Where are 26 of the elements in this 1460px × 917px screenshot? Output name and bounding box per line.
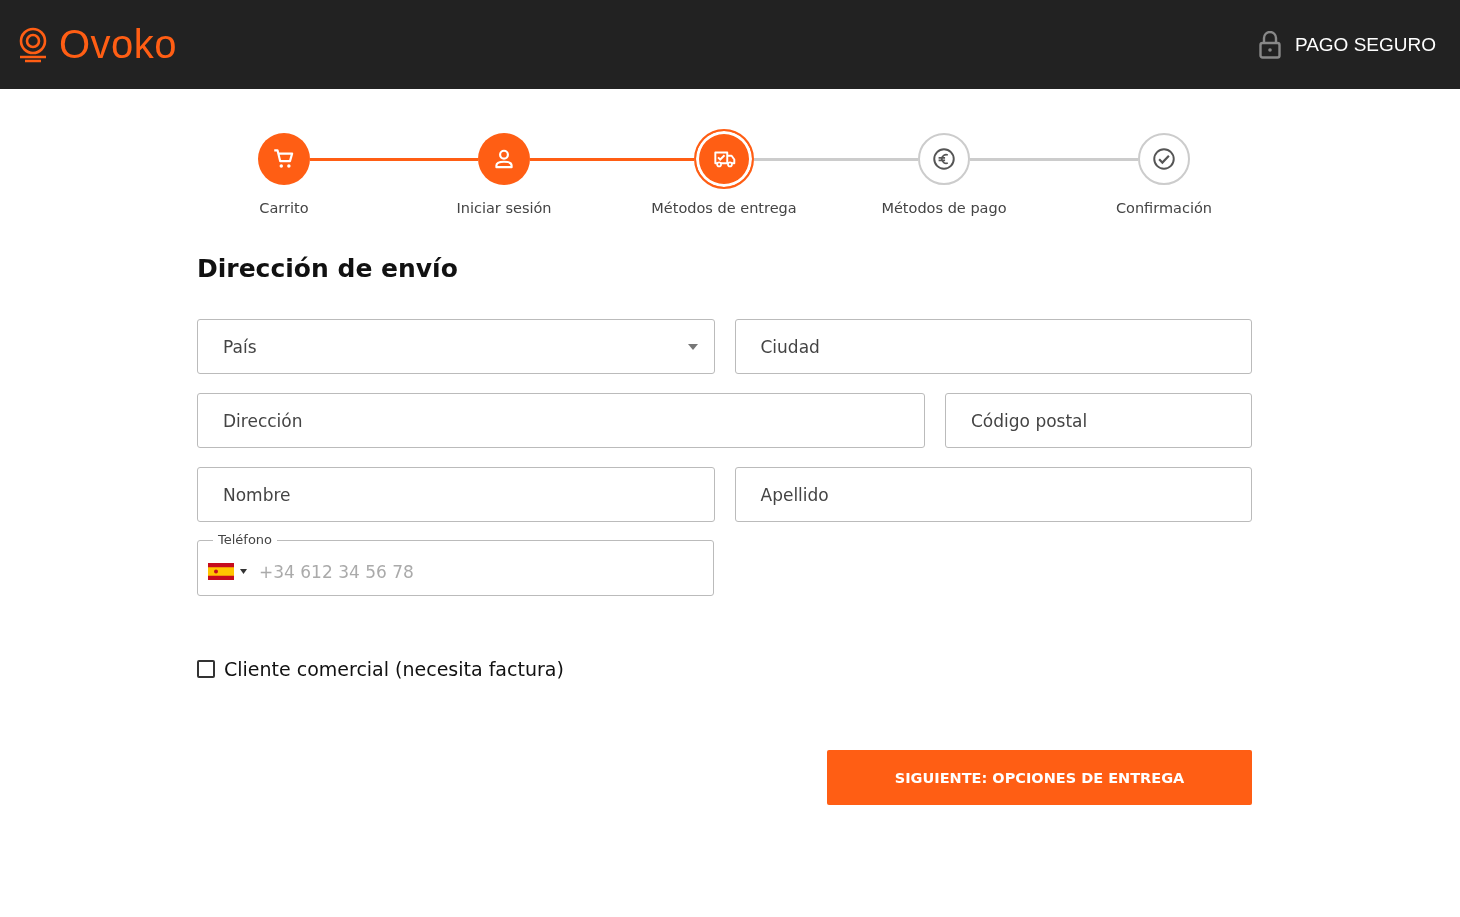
input-field[interactable]: Código postal: [945, 393, 1252, 448]
caret-icon: [687, 344, 698, 350]
step-label: Iniciar sesión: [456, 200, 552, 216]
step-label: Carrito: [259, 200, 309, 216]
country-select[interactable]: País: [197, 319, 715, 374]
placeholder-text: +34 612 34 56 78: [259, 561, 414, 582]
logo-text[interactable]: Ovoko: [59, 22, 178, 67]
check-icon: [1151, 146, 1177, 172]
checkbox[interactable]: [197, 660, 215, 678]
section-title: Dirección de envío: [197, 254, 459, 283]
lock-icon: [1258, 30, 1281, 59]
input-field[interactable]: Dirección: [197, 393, 925, 448]
phone-field[interactable]: Teléfono +34 612 34 56 78: [197, 532, 714, 596]
input-field[interactable]: Ciudad: [734, 319, 1252, 374]
step-label: Confirmación: [1115, 200, 1213, 216]
checkbox-label[interactable]: Cliente comercial (necesita factura): [224, 658, 564, 680]
caret-icon[interactable]: [240, 569, 247, 574]
flag-icon[interactable]: [208, 563, 234, 580]
field-label: Teléfono: [217, 532, 274, 548]
input-field[interactable]: Nombre: [197, 467, 715, 522]
secure-payment-label: PAGO SEGURO: [1294, 33, 1436, 56]
euro-icon: [931, 146, 957, 172]
logo-icon: [17, 26, 49, 63]
step-label: Métodos de pago: [881, 200, 1007, 216]
input-field[interactable]: Apellido: [734, 467, 1252, 522]
step-label: Métodos de entrega: [651, 200, 797, 216]
